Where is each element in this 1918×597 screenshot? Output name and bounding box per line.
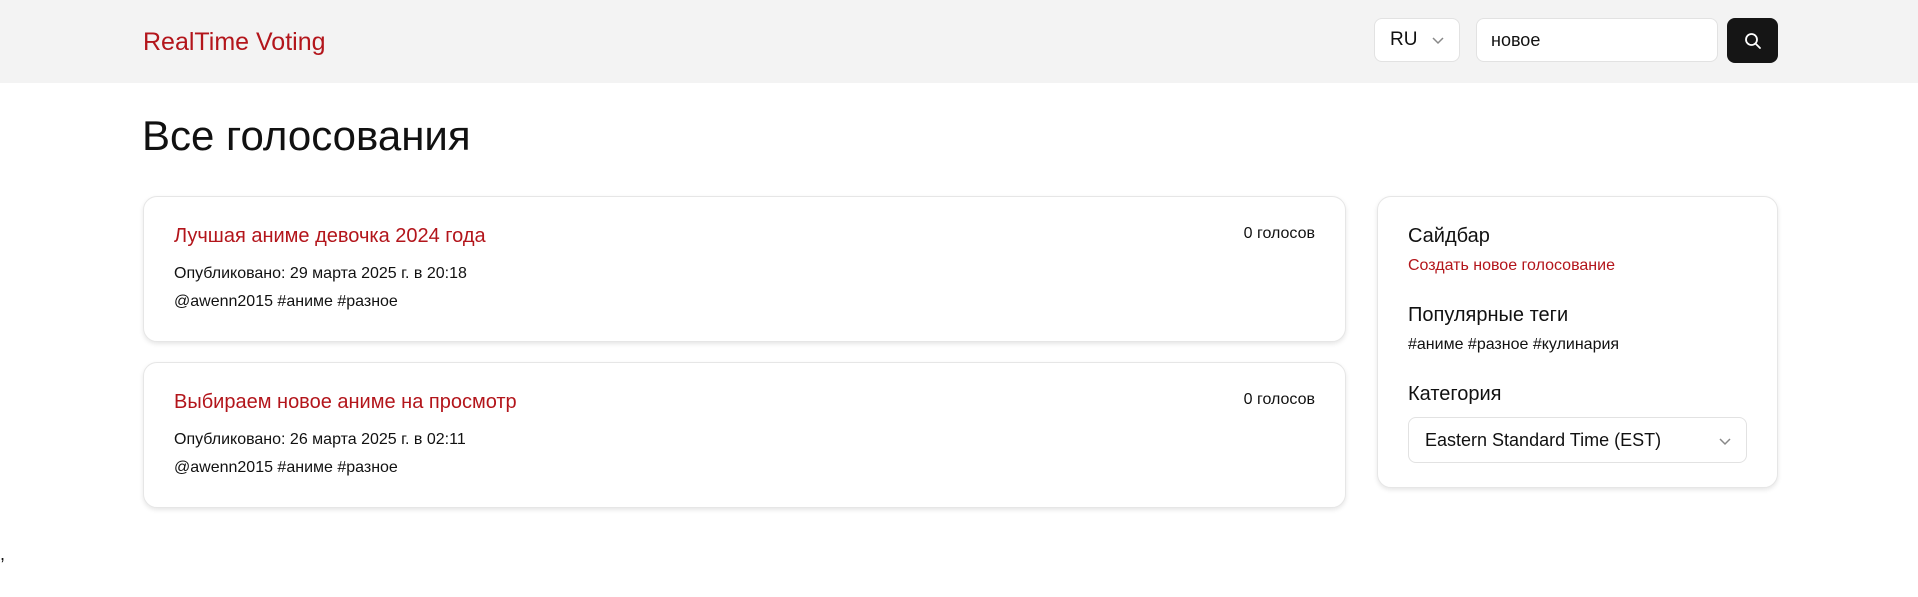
poll-vote-count: 0 голосов [1243, 391, 1315, 408]
language-select[interactable]: RU [1374, 18, 1460, 62]
stray-text: , [0, 544, 6, 564]
poll-card: Лучшая аниме девочка 2024 года 0 голосов… [143, 196, 1346, 342]
chevron-down-icon [1432, 37, 1444, 45]
category-select[interactable]: Eastern Standard Time (EST) [1408, 417, 1747, 463]
search-icon [1744, 32, 1761, 49]
popular-tags-list[interactable]: #аниме #разное #кулинария [1408, 334, 1619, 356]
poll-title-link[interactable]: Выбираем новое аниме на просмотр [174, 389, 517, 415]
create-poll-link[interactable]: Создать новое голосование [1408, 255, 1615, 277]
category-title: Категория [1408, 383, 1502, 405]
poll-author-tags: @awenn2015 #аниме #разное [174, 293, 398, 310]
chevron-down-icon [1719, 438, 1731, 446]
sidebar-title: Сайдбар [1408, 225, 1490, 247]
popular-tags-title: Популярные теги [1408, 304, 1569, 326]
poll-title-link[interactable]: Лучшая аниме девочка 2024 года [174, 223, 486, 249]
search-button[interactable] [1727, 18, 1778, 63]
search-input[interactable] [1476, 18, 1718, 62]
poll-vote-count: 0 голосов [1243, 225, 1315, 242]
category-select-value: Eastern Standard Time (EST) [1425, 429, 1662, 450]
poll-published-date: Опубликовано: 26 марта 2025 г. в 02:11 [174, 431, 466, 448]
top-header: RealTime Voting RU [0, 0, 1918, 83]
page-title: Все голосования [142, 112, 471, 159]
brand-logo-link[interactable]: RealTime Voting [143, 27, 326, 57]
poll-published-date: Опубликовано: 29 марта 2025 г. в 20:18 [174, 265, 467, 282]
poll-card: Выбираем новое аниме на просмотр 0 голос… [143, 362, 1346, 508]
sidebar: Сайдбар Создать новое голосование Популя… [1377, 196, 1778, 488]
language-select-value: RU [1390, 29, 1418, 50]
poll-author-tags: @awenn2015 #аниме #разное [174, 459, 398, 476]
